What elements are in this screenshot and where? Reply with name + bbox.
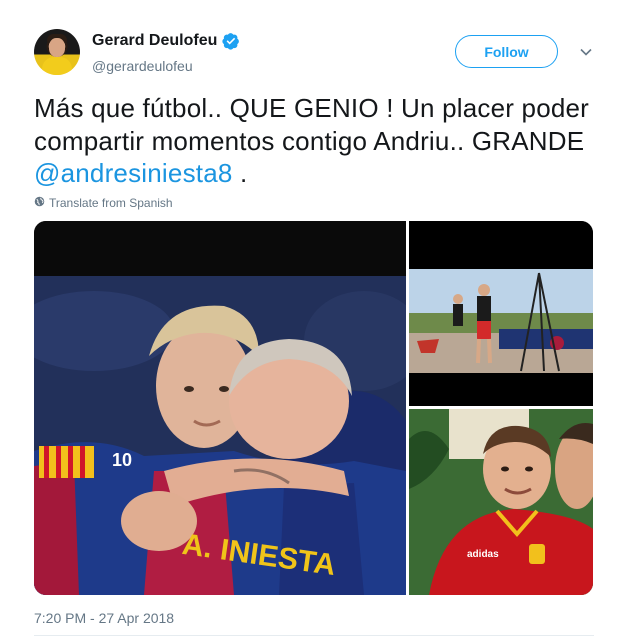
tweet-timestamp[interactable]: 7:20 PM - 27 Apr 2018 — [34, 610, 174, 626]
follow-button[interactable]: Follow — [455, 35, 558, 68]
svg-text:adidas: adidas — [467, 549, 499, 560]
photo-celebration[interactable]: 10 A. INIESTA — [34, 221, 406, 595]
photo-selfie[interactable]: adidas — [409, 409, 593, 595]
verified-badge-icon — [222, 32, 240, 50]
media-grid: 10 A. INIESTA adidas — [34, 221, 593, 595]
tweet-text-tail: . — [232, 158, 248, 188]
chevron-down-icon[interactable] — [579, 45, 593, 59]
translate-link[interactable]: Translate from Spanish — [34, 196, 173, 210]
divider — [34, 635, 594, 636]
mention-link[interactable]: @andresiniesta8 — [34, 158, 233, 188]
display-name[interactable]: Gerard Deulofeu — [92, 32, 240, 50]
photo-training[interactable] — [409, 221, 593, 406]
avatar[interactable] — [34, 29, 80, 75]
tweet-text-body: Más que fútbol.. QUE GENIO ! Un placer p… — [34, 93, 590, 156]
avatar-face — [49, 38, 65, 57]
translate-label[interactable]: Translate from Spanish — [49, 196, 173, 210]
avatar-shirt — [42, 57, 72, 75]
globe-icon — [34, 196, 45, 210]
tweet-text: Más que fútbol.. QUE GENIO ! Un placer p… — [34, 92, 594, 190]
user-handle[interactable]: @gerardeulofeu — [92, 58, 193, 74]
svg-text:10: 10 — [112, 450, 132, 470]
display-name-text[interactable]: Gerard Deulofeu — [92, 32, 217, 50]
